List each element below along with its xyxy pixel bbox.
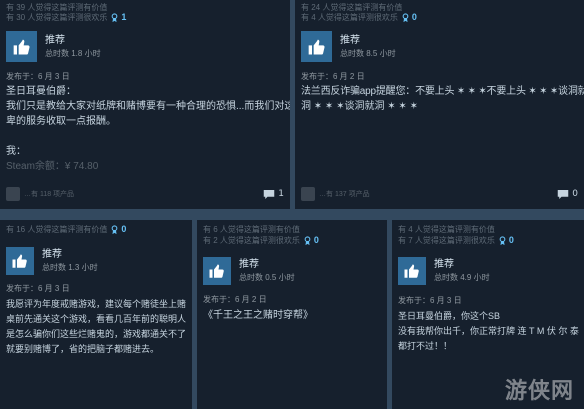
review-line: 圣日耳曼伯爵： [6,86,76,97]
recommendation-label: 推荐 [340,34,360,46]
funny-count: 有 30 人觉得这篇评测很欢乐 [6,13,108,22]
recommend-badge [301,31,332,62]
posted-date: 发布于：6 月 2 日 [203,295,267,304]
recommendation-label: 推荐 [45,34,65,46]
award-count: 0 [121,224,127,234]
avatar[interactable] [301,187,315,201]
review-line: 卑的服务收取一点报酬。 [6,116,116,127]
comment-icon [263,189,275,200]
funny-row: 有 4 人觉得这篇评测很欢乐 0 [301,12,417,23]
thumbs-up-icon [208,262,226,280]
award-icon [111,225,118,235]
award-badge[interactable]: 0 [111,224,126,235]
review-body: 《千王之王之赌时穿帮》 [203,308,383,323]
award-badge[interactable]: 0 [499,235,514,246]
playtime-hours: 总时数 0.5 小时 [239,273,295,282]
comment-button[interactable]: 0 [557,189,578,200]
review-body: 圣日耳曼伯爵，你这个SB 没有我帮你出千，你正常打牌 连 T M 伏 尔 泰 都… [398,309,582,354]
thumbs-up-icon [12,37,32,57]
review-line: 《千王之王之赌时穿帮》 [203,310,313,321]
recommendation-label: 推荐 [42,249,62,260]
posted-date: 发布于：6 月 2 日 [301,72,365,81]
review-line: 都打不过！！ [398,341,453,351]
award-icon [111,13,118,23]
funny-row: 有 30 人觉得这篇评测很欢乐 1 [6,12,126,23]
review-line: 桌前先通关这个游戏，看看几百年前的聪明人 [6,314,187,324]
review-line: 就要别赌博了，省的把脑子都赌进去。 [6,344,160,354]
review-line: 我： [6,146,26,157]
posted-date: 发布于：6 月 3 日 [6,284,70,293]
avatar[interactable] [6,187,20,201]
review-line-faded: Steam余额：¥ 74.80 [6,161,99,172]
helpful-count: 有 6 人觉得这篇评测有价值 [203,225,300,234]
review-line: 圣日耳曼伯爵，你这个SB [398,311,501,321]
award-icon [499,236,506,246]
review-footer: …有 118 项产品 1 [6,187,284,201]
comment-count: 0 [572,189,578,199]
review-body: 圣日耳曼伯爵： 我们只是教给大家对纸牌和赌博要有一种合理的恐惧...而我们对这种… [6,84,290,174]
funny-row: 有 7 人觉得这篇评测很欢乐 0 [398,235,514,246]
award-count: 0 [313,235,319,245]
award-count: 0 [411,12,417,22]
thumbs-up-icon [11,252,29,270]
playtime-hours: 总时数 4.9 小时 [434,273,490,282]
recommendation-row: 推荐 总时数 1.8 小时 [6,31,101,62]
watermark-logo: 游侠网 [504,379,574,404]
award-badge[interactable]: 0 [304,235,319,246]
award-badge[interactable]: 1 [111,12,126,23]
award-icon [304,236,311,246]
thumbs-up-icon [307,37,327,57]
funny-count: 有 2 人觉得这篇评测很欢乐 [203,236,300,245]
recommend-badge [6,247,34,275]
playtime-hours: 总时数 8.5 小时 [340,48,396,58]
review-card: 有 39 人觉得这篇评测有价值 有 30 人觉得这篇评测很欢乐 1 推荐 总时数… [0,0,290,209]
comment-icon [557,189,569,200]
review-line: 是怎么骗你们这些烂赌鬼的，游戏都通关不了 [6,329,187,339]
review-line: 没有我帮你出千，你正常打牌 连 T M 伏 尔 泰 [398,326,579,336]
review-card: 有 24 人觉得这篇评测有价值 有 4 人觉得这篇评测很欢乐 0 推荐 总时数 … [295,0,584,209]
comment-button[interactable]: 1 [263,189,284,200]
recommendation-label: 推荐 [434,259,454,270]
posted-date: 发布于：6 月 3 日 [398,296,462,305]
recommend-badge [6,31,37,62]
review-line: 法兰西反诈骗app提醒您：不要上头 ✶ ✶ ✶不要上头 ✶ ✶ ✶谈洞就 [301,86,584,97]
review-line: 我愿评为年度戒赌游戏，建议每个赌徒坐上赌 [6,299,187,309]
review-line: 我们只是教给大家对纸牌和赌博要有一种合理的恐惧...而我们对这种谦 [6,101,290,112]
reviewer-product-count: …有 118 项产品 [24,191,75,198]
recommendation-row: 推荐 总时数 4.9 小时 [398,257,490,285]
award-badge[interactable]: 0 [402,12,417,23]
reviewer-product-count: …有 137 项产品 [319,191,370,198]
review-footer: …有 137 项产品 0 [301,187,578,201]
recommend-badge [398,257,426,285]
funny-row: 有 2 人觉得这篇评测很欢乐 0 [203,235,319,246]
review-line: 洞 ✶ ✶ ✶谈洞就洞 ✶ ✶ ✶ [301,101,418,112]
playtime-hours: 总时数 1.8 小时 [45,48,101,58]
playtime-hours: 总时数 1.3 小时 [42,263,98,272]
comment-count: 1 [278,189,284,199]
review-card: 有 16 人觉得这篇评测有价值 0 推荐 总时数 1.3 小时 发布于：6 月 … [0,220,192,409]
award-icon [402,13,409,23]
review-body: 我愿评为年度戒赌游戏，建议每个赌徒坐上赌 桌前先通关这个游戏，看看几百年前的聪明… [6,297,190,357]
funny-count: 有 4 人觉得这篇评测很欢乐 [301,13,398,22]
posted-date: 发布于：6 月 3 日 [6,72,70,81]
helpful-count: 有 16 人觉得这篇评测有价值 [6,225,108,234]
review-body: 法兰西反诈骗app提醒您：不要上头 ✶ ✶ ✶不要上头 ✶ ✶ ✶谈洞就 洞 ✶… [301,84,584,114]
funny-count: 有 7 人觉得这篇评测很欢乐 [398,236,495,245]
review-line [6,129,288,144]
award-count: 1 [121,12,127,22]
helpful-row: 有 16 人觉得这篇评测有价值 0 [6,224,126,235]
recommendation-row: 推荐 总时数 1.3 小时 [6,247,98,275]
recommendation-label: 推荐 [239,259,259,270]
review-card: 有 6 人觉得这篇评测有价值 有 2 人觉得这篇评测很欢乐 0 推荐 总时数 0… [197,220,387,409]
recommendation-row: 推荐 总时数 0.5 小时 [203,257,295,285]
thumbs-up-icon [403,262,421,280]
recommendation-row: 推荐 总时数 8.5 小时 [301,31,396,62]
award-count: 0 [508,235,514,245]
recommend-badge [203,257,231,285]
helpful-count: 有 4 人觉得这篇评测有价值 [398,225,495,234]
